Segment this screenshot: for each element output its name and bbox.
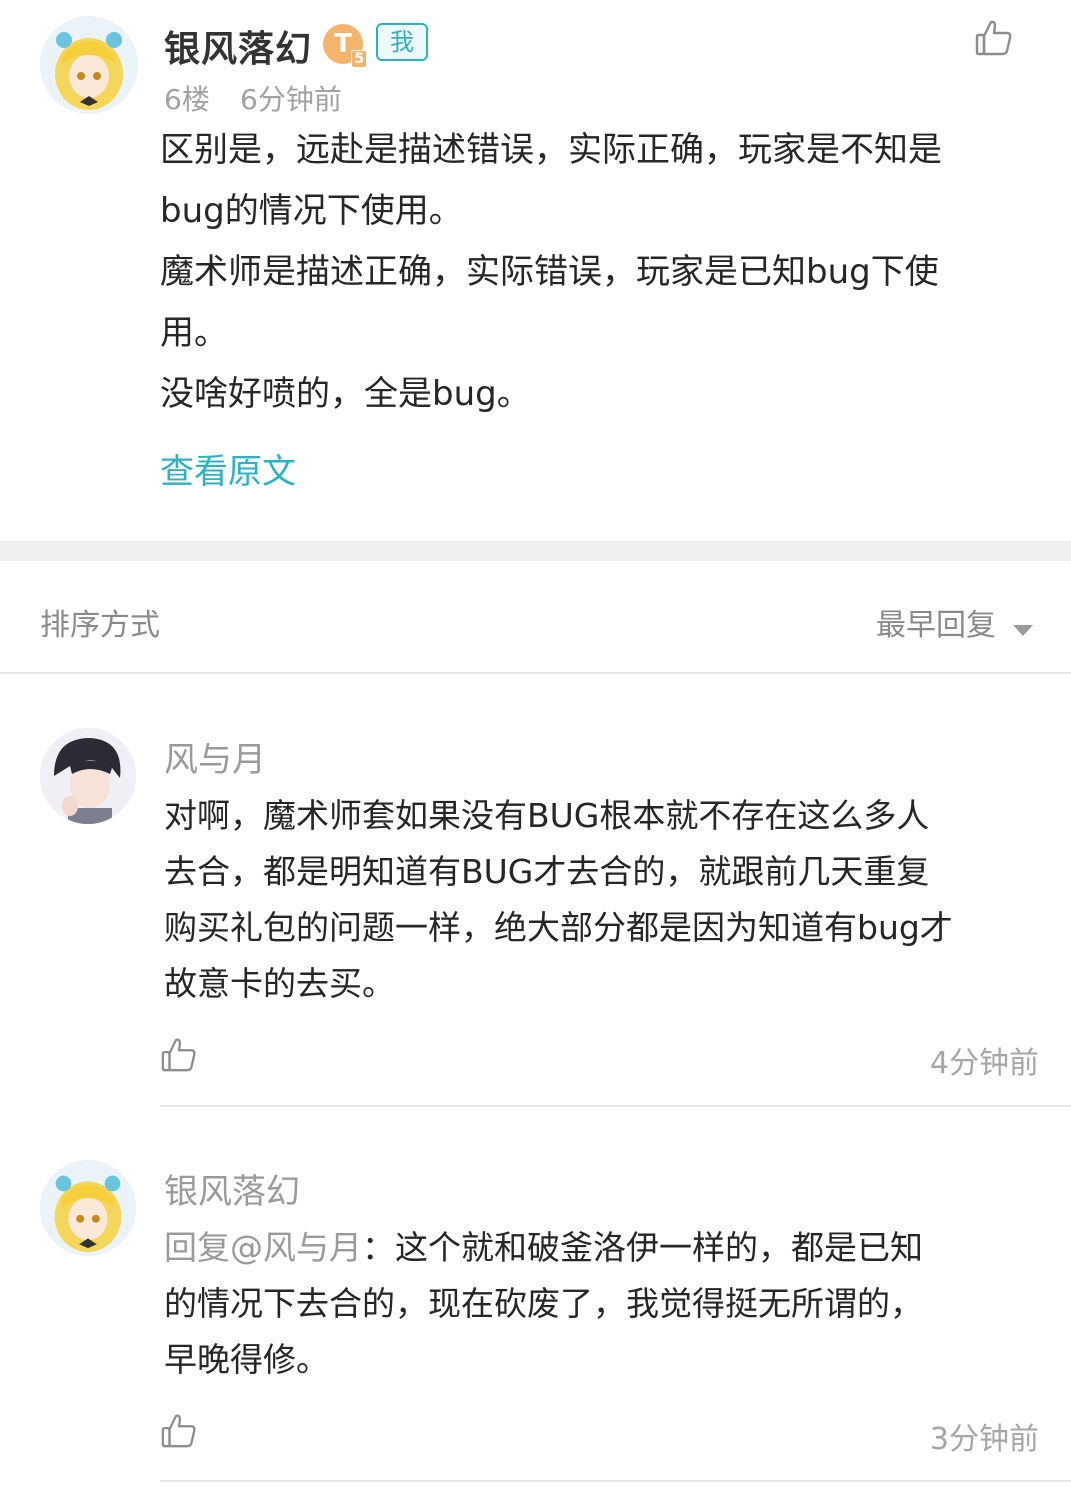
post-avatar[interactable] [40, 16, 138, 114]
thumbs-up-icon[interactable] [974, 18, 1014, 58]
triangle-down-icon [1013, 625, 1034, 636]
post-username[interactable]: 银风落幻 [164, 20, 312, 72]
section-separator [0, 541, 1071, 561]
post-line: 用。 [160, 313, 228, 353]
reply-line: 对啊，魔术师套如果没有BUG根本就不存在这么多人 [164, 796, 930, 835]
reply-line: 购买礼包的问题一样，绝大部分都是因为知道有bug才 [164, 908, 953, 947]
reply-avatar[interactable] [40, 1160, 136, 1256]
post-line: 魔术师是描述正确，实际错误，玩家是已知bug下使 [160, 252, 939, 292]
post-line: bug的情况下使用。 [160, 191, 463, 231]
reply-line: 故意卡的去买。 [164, 964, 395, 1003]
mention-link[interactable]: 回复@风与月 [164, 1228, 362, 1267]
reply-divider [160, 1480, 1071, 1482]
post-line: 区别是，远赴是描述错误，实际正确，玩家是不知是 [160, 130, 942, 170]
reply-divider [160, 1105, 1071, 1107]
thumbs-up-icon[interactable] [160, 1036, 198, 1074]
sort-divider [0, 672, 1071, 674]
reply-body: 对啊，魔术师套如果没有BUG根本就不存在这么多人 去合，都是明知道有BUG才去合… [164, 788, 953, 1012]
level-badge: T 5 [323, 24, 367, 68]
post-line: 没啥好喷的，全是bug。 [160, 374, 531, 414]
reply-time: 3分钟前 [929, 1422, 1039, 1457]
reply-body: 回复@风与月：这个就和破釜洛伊一样的，都是已知 的情况下去合的，现在砍废了，我觉… [164, 1220, 923, 1388]
reply-time: 4分钟前 [929, 1046, 1039, 1081]
post-time: 6分钟前 [240, 83, 342, 116]
reply-line: 的情况下去合的，现在砍废了，我觉得挺无所谓的， [164, 1284, 923, 1323]
post-floor: 6楼 [164, 83, 210, 116]
post-body: 区别是，远赴是描述错误，实际正确，玩家是不知是 bug的情况下使用。 魔术师是描… [160, 120, 942, 425]
view-original-link[interactable]: 查看原文 [160, 444, 296, 493]
reply-avatar[interactable] [40, 728, 136, 824]
me-badge: 我 [376, 23, 428, 61]
level-badge-label: T [334, 29, 352, 59]
reply-username[interactable]: 银风落幻 [164, 1164, 300, 1213]
reply-line: 早晚得修。 [164, 1340, 329, 1379]
thumbs-up-icon[interactable] [160, 1412, 198, 1450]
sort-value: 最早回复 [876, 608, 996, 643]
level-badge-sub: 5 [351, 50, 367, 68]
reply-line-text: ：这个就和破釜洛伊一样的，都是已知 [362, 1228, 923, 1267]
sort-label: 排序方式 [40, 608, 160, 643]
reply-line: 去合，都是明知道有BUG才去合的，就跟前几天重复 [164, 852, 930, 891]
sort-dropdown[interactable]: 最早回复 [876, 600, 1034, 643]
reply-line: 回复@风与月：这个就和破釜洛伊一样的，都是已知 [164, 1220, 923, 1276]
reply-username[interactable]: 风与月 [164, 732, 266, 781]
